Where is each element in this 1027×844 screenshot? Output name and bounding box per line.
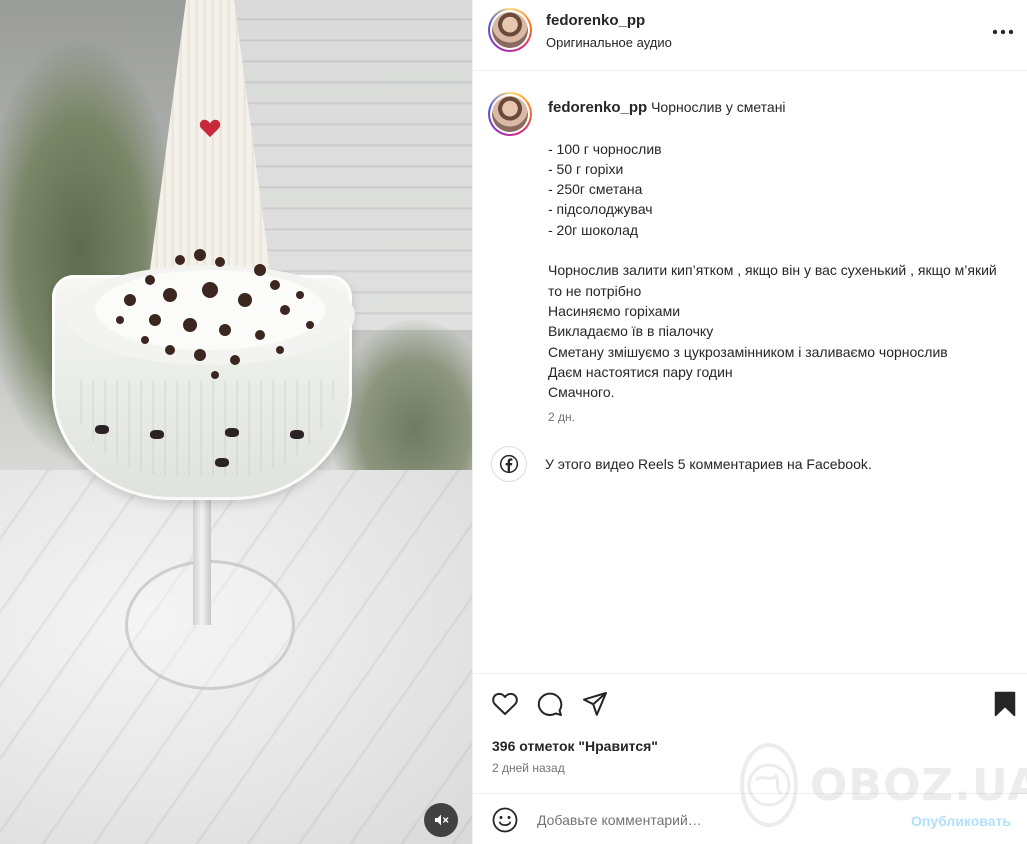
- share-button[interactable]: [581, 690, 609, 718]
- post-caption: fedorenko_pp Чорнослив у сметані - 100 г…: [548, 97, 1013, 402]
- glass-stem: [193, 495, 211, 625]
- emoji-icon: [492, 807, 518, 833]
- like-count[interactable]: 396 отметок "Нравится": [492, 738, 658, 754]
- post-date[interactable]: 2 дней назад: [492, 761, 565, 775]
- caption-avatar[interactable]: [488, 92, 532, 136]
- caption-time[interactable]: 2 дн.: [548, 410, 575, 424]
- more-options-button[interactable]: [991, 20, 1015, 44]
- prune-piece: [215, 458, 229, 467]
- avatar-image: [492, 96, 528, 132]
- post-panel: fedorenko_pp Оригинальное аудио fedorenk…: [472, 0, 1027, 844]
- post-comment-button[interactable]: Опубликовать: [911, 813, 1011, 829]
- heart-icon: [492, 692, 518, 715]
- header-username[interactable]: fedorenko_pp: [546, 12, 645, 29]
- share-icon: [583, 692, 607, 716]
- prune-piece: [290, 430, 304, 439]
- facebook-icon-wrapper: [491, 446, 527, 482]
- audio-label[interactable]: Оригинальное аудио: [546, 35, 672, 50]
- muted-speaker-icon: [435, 814, 449, 826]
- facebook-icon: [499, 454, 519, 474]
- avatar-image: [492, 12, 528, 48]
- heart-decoration: [199, 119, 221, 138]
- save-button[interactable]: [991, 690, 1019, 718]
- caption-username[interactable]: fedorenko_pp: [548, 99, 647, 116]
- reel-video[interactable]: [0, 0, 472, 844]
- prune-piece: [225, 428, 239, 437]
- more-icon: [992, 29, 1014, 35]
- avatar[interactable]: [488, 8, 532, 52]
- like-button[interactable]: [491, 690, 519, 718]
- facebook-comments-notice[interactable]: У этого видео Reels 5 комментариев на Fa…: [491, 446, 872, 482]
- emoji-button[interactable]: [492, 807, 518, 833]
- bookmark-icon: [994, 691, 1016, 717]
- action-bar: [473, 673, 1027, 733]
- prune-piece: [95, 425, 109, 434]
- facebook-notice-text: У этого видео Reels 5 комментариев на Fa…: [545, 456, 872, 472]
- comment-button[interactable]: [536, 690, 564, 718]
- comment-icon: [537, 692, 563, 716]
- grated-chocolate-topping: [65, 249, 355, 379]
- prune-piece: [150, 430, 164, 439]
- caption-text: Чорнослив у сметані - 100 г чорнослив - …: [548, 99, 997, 401]
- comment-composer: Опубликовать: [473, 793, 1027, 844]
- mute-toggle-button[interactable]: [424, 803, 458, 837]
- comment-input[interactable]: [537, 808, 897, 832]
- post-header: fedorenko_pp Оригинальное аудио: [473, 0, 1027, 71]
